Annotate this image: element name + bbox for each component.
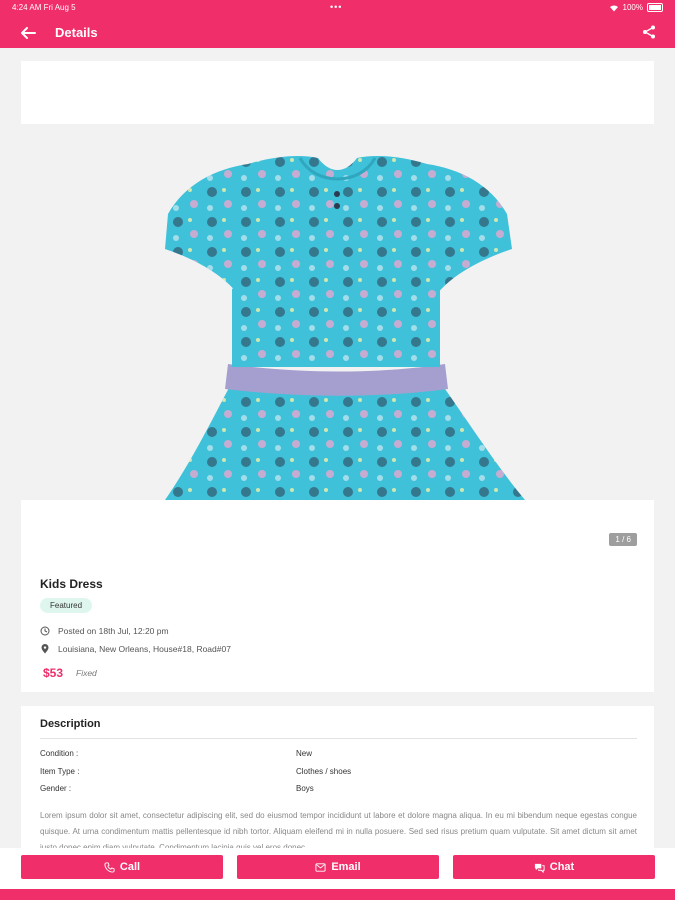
product-price: $53 <box>43 666 64 680</box>
share-icon[interactable] <box>641 24 657 40</box>
product-info-card: Kids Dress Featured Posted on 18th Jul, … <box>21 568 654 692</box>
location-pin-icon <box>41 644 49 654</box>
image-counter: 1 / 6 <box>609 533 637 546</box>
app-header: 4:24 AM Fri Aug 5 ••• 100% Details <box>0 0 675 48</box>
spec-value: Clothes / shoes <box>296 767 352 776</box>
bottom-accent-strip <box>0 889 675 900</box>
back-arrow-icon[interactable] <box>18 24 38 42</box>
call-button[interactable]: Call <box>21 855 223 879</box>
gallery-top-panel <box>21 61 654 124</box>
gallery-bottom-panel: 1 / 6 <box>21 500 654 568</box>
status-time: 4:24 AM Fri Aug 5 <box>12 3 76 12</box>
location-text: Louisiana, New Orleans, House#18, Road#0… <box>58 644 231 654</box>
spec-label: Gender : <box>40 784 72 793</box>
mail-icon <box>315 862 326 872</box>
price-type: Fixed <box>76 668 97 678</box>
featured-badge: Featured <box>40 598 93 613</box>
description-card: Description Condition : New Item Type : … <box>21 706 654 856</box>
spec-value: Boys <box>296 784 314 793</box>
chat-button[interactable]: Chat <box>453 855 655 879</box>
divider <box>40 738 637 739</box>
status-time-text: 4:24 AM <box>12 3 42 12</box>
spec-label: Condition : <box>40 749 79 758</box>
status-dots: ••• <box>330 2 343 12</box>
phone-icon <box>104 861 115 873</box>
battery-icon <box>647 3 663 12</box>
location-row: Louisiana, New Orleans, House#18, Road#0… <box>40 644 231 654</box>
status-date-text: Fri Aug 5 <box>43 3 76 12</box>
posted-date: Posted on 18th Jul, 12:20 pm <box>58 626 169 636</box>
email-label: Email <box>331 861 361 873</box>
spec-value: New <box>296 749 313 758</box>
product-name: Kids Dress <box>40 577 103 591</box>
call-label: Call <box>119 861 141 873</box>
description-title: Description <box>40 718 101 730</box>
clock-icon <box>40 626 50 636</box>
product-image[interactable] <box>0 124 675 500</box>
dress-image <box>165 156 525 500</box>
posted-row: Posted on 18th Jul, 12:20 pm <box>40 626 169 636</box>
chat-label: Chat <box>549 861 575 873</box>
spec-label: Item Type : <box>40 767 80 776</box>
chat-bubbles-icon <box>534 863 545 873</box>
page-title: Details <box>55 25 98 40</box>
status-indicators: 100% <box>609 3 663 12</box>
wifi-icon <box>609 4 618 11</box>
email-button[interactable]: Email <box>237 855 439 879</box>
battery-percent: 100% <box>622 3 643 12</box>
